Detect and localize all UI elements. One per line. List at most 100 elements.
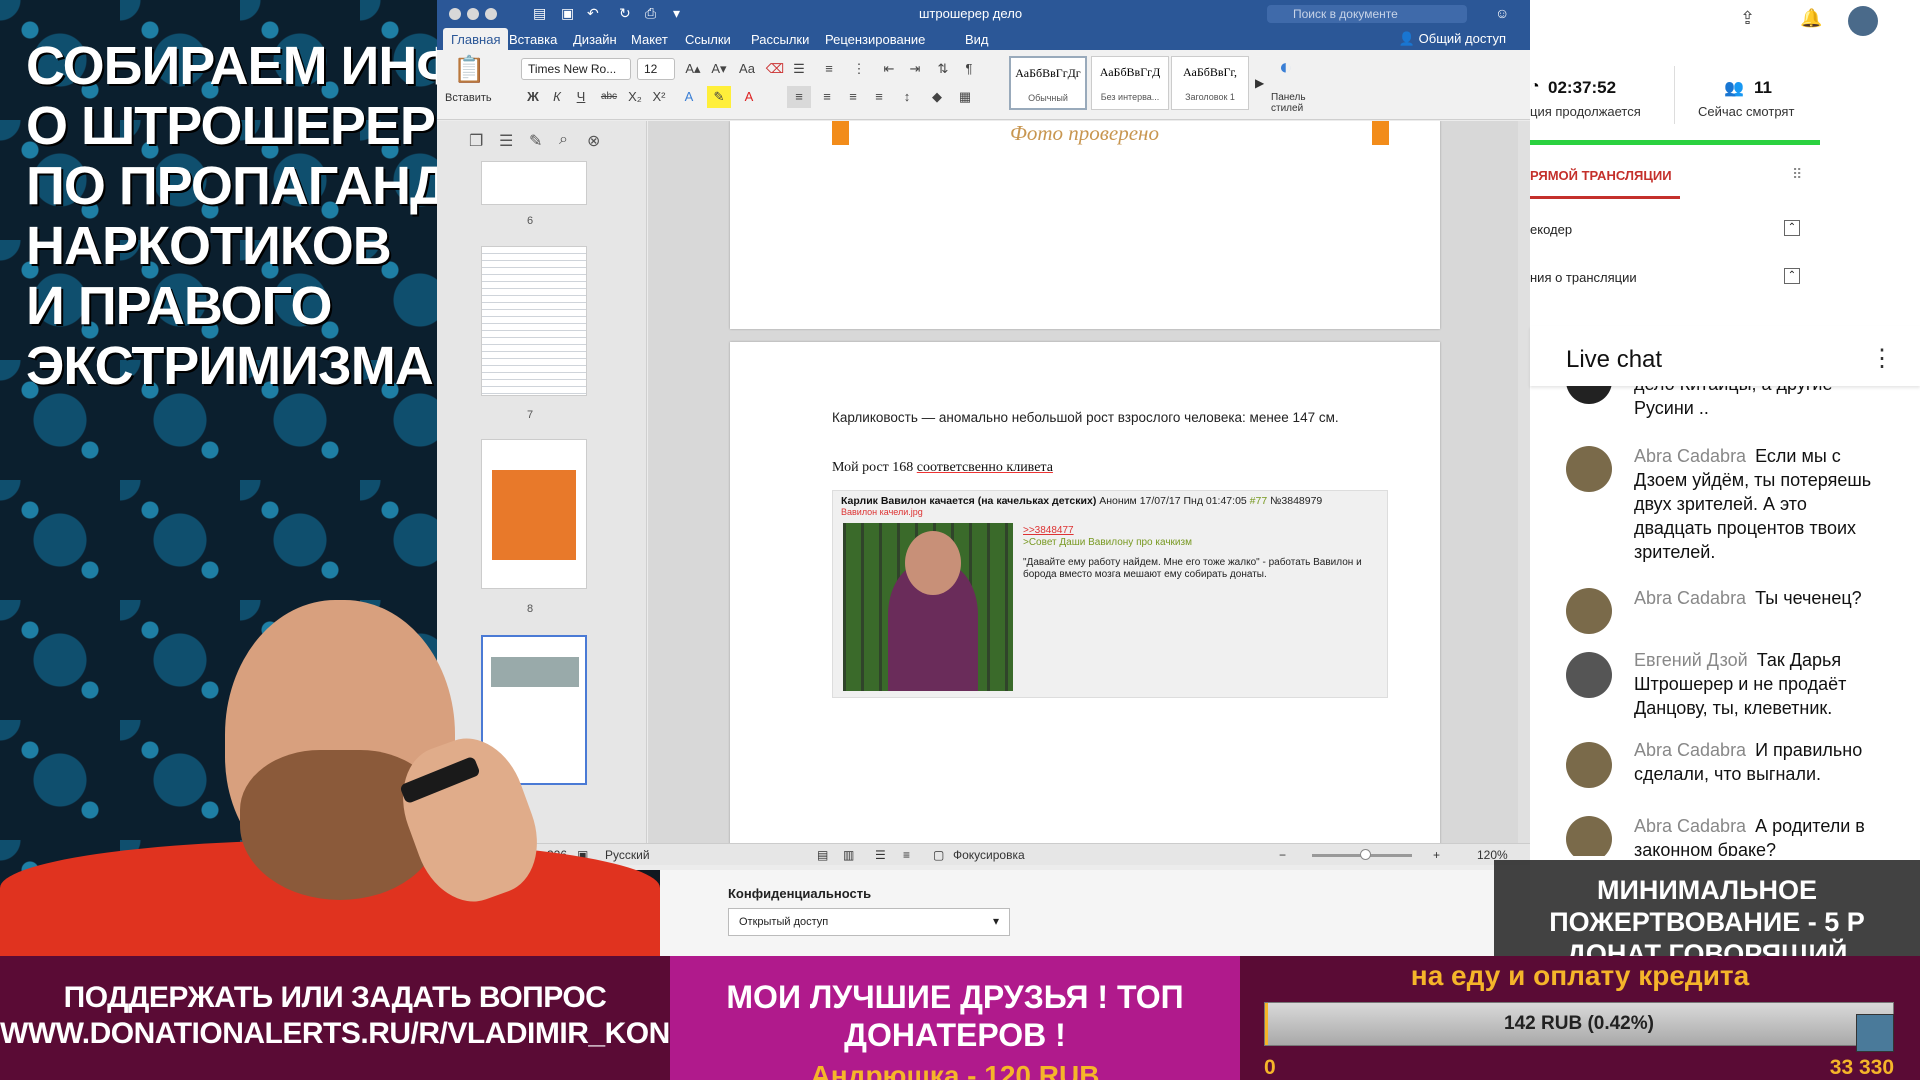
align-right-icon[interactable]: ≡ — [841, 86, 865, 108]
chat-messages[interactable]: дело Китайцы, а другие Русини .. Abra Ca… — [1530, 386, 1920, 856]
line-spacing-icon[interactable]: ↕ — [895, 86, 919, 108]
page-thumbnail[interactable] — [481, 439, 587, 589]
style-heading-1[interactable]: АаБбВвГг, Заголовок 1 — [1171, 56, 1249, 110]
message-author: Abra Cadabra — [1634, 740, 1747, 760]
minimize-window-button[interactable] — [467, 8, 479, 20]
borders-icon[interactable]: ▦ — [953, 86, 977, 108]
tab-insert[interactable]: Вставка — [501, 30, 565, 49]
style-no-spacing[interactable]: АаБбВвГгД Без интерва... — [1091, 56, 1169, 110]
more-vert-icon[interactable]: ⋮ — [1870, 344, 1894, 373]
save-icon[interactable]: ▣ — [561, 5, 574, 22]
style-normal[interactable]: АаБбВвГгДг Обычный — [1009, 56, 1087, 110]
avatar — [1566, 446, 1612, 492]
tab-live-stream[interactable]: РЯМОЙ ТРАНСЛЯЦИИ — [1530, 168, 1672, 183]
shading-icon[interactable]: ◆ — [925, 86, 949, 108]
decrease-indent-icon[interactable]: ⇤ — [877, 58, 901, 80]
print-layout-icon[interactable]: ▤ — [817, 848, 828, 862]
focus-icon[interactable]: ▢ — [933, 848, 944, 862]
zoom-out-icon[interactable]: − — [1279, 848, 1286, 862]
bell-icon[interactable]: 🔔 — [1800, 8, 1822, 29]
style-name: Без интерва... — [1100, 92, 1160, 102]
sort-icon[interactable]: ⇅ — [931, 58, 955, 80]
tab-home[interactable]: Главная — [443, 28, 509, 50]
redo-icon[interactable]: ↻ — [619, 5, 631, 22]
bold-icon[interactable]: Ж — [521, 86, 545, 108]
tab-view[interactable]: Вид — [957, 30, 997, 49]
strikethrough-icon[interactable]: abc — [597, 86, 621, 108]
accordion-stream-info[interactable]: ния о трансляции ⌃ — [1530, 268, 1800, 285]
change-case-icon[interactable]: Aa — [735, 58, 759, 80]
privacy-select[interactable]: Открытый доступ — [728, 908, 1010, 936]
zoom-slider-knob[interactable] — [1360, 849, 1371, 860]
align-center-icon[interactable]: ≡ — [815, 86, 839, 108]
draft-view-icon[interactable]: ≡ — [903, 848, 910, 862]
outline-icon[interactable]: ☰ — [499, 131, 513, 151]
outline-view-icon[interactable]: ☰ — [875, 848, 886, 862]
subscript-icon[interactable]: X₂ — [623, 86, 647, 108]
paste-label: Вставить — [445, 92, 492, 104]
search-icon[interactable]: ⌕ — [559, 131, 568, 149]
tab-layout[interactable]: Макет — [623, 30, 676, 49]
grid-icon[interactable]: ⠿ — [1792, 166, 1802, 183]
paragraph-text: Мой рост 168 — [832, 460, 917, 475]
focus-mode[interactable]: Фокусировка — [953, 848, 1025, 862]
page-thumbnail[interactable] — [481, 246, 587, 396]
tab-mailings[interactable]: Рассылки — [743, 30, 817, 49]
font-color-icon[interactable]: A — [737, 86, 761, 108]
sidebar-toggle-icon[interactable]: ▤ — [533, 5, 546, 22]
accordion-label: екодер — [1530, 222, 1573, 237]
paragraph[interactable]: Мой рост 168 соответсвенно кливета — [832, 460, 1053, 476]
stats-divider — [1674, 66, 1675, 124]
zoom-in-icon[interactable]: + — [1433, 848, 1440, 862]
justify-icon[interactable]: ≡ — [867, 86, 891, 108]
styles-next-icon[interactable]: ▶ — [1255, 76, 1264, 90]
edits-icon[interactable]: ✎ — [529, 131, 542, 151]
paste-icon[interactable]: 📋 — [453, 54, 485, 85]
page-thumbnail[interactable] — [481, 161, 587, 205]
post-quote: >Совет Даши Вавилону про качкизм — [1023, 537, 1192, 548]
search-input[interactable]: Поиск в документе — [1267, 5, 1467, 23]
document-page[interactable]: Карликовость — аномально небольшой рост … — [730, 342, 1440, 843]
vertical-scrollbar[interactable] — [1518, 121, 1530, 843]
superscript-icon[interactable]: X² — [647, 86, 671, 108]
zoom-window-button[interactable] — [485, 8, 497, 20]
overlay-title-line: НАРКОТИКОВ — [26, 216, 392, 276]
paragraph[interactable]: Карликовость — аномально небольшой рост … — [832, 410, 1339, 425]
align-left-icon[interactable]: ≡ — [787, 86, 811, 108]
text-effects-icon[interactable]: A — [677, 86, 701, 108]
chevron-up-icon[interactable]: ⌃ — [1784, 220, 1800, 236]
print-icon[interactable]: ⎙ — [645, 5, 656, 22]
shrink-font-icon[interactable]: A▾ — [707, 58, 731, 80]
chevron-up-icon[interactable]: ⌃ — [1784, 268, 1800, 284]
multilevel-list-icon[interactable]: ⋮ — [847, 58, 871, 80]
grow-font-icon[interactable]: A▴ — [681, 58, 705, 80]
underline-icon[interactable]: Ч — [569, 86, 593, 108]
thumbnails-icon[interactable]: ❐ — [469, 131, 483, 151]
share-button[interactable]: 👤 Общий доступ — [1399, 31, 1506, 47]
tab-references[interactable]: Ссылки — [677, 30, 739, 49]
bullets-icon[interactable]: ☰ — [787, 58, 811, 80]
tab-review[interactable]: Рецензирование — [817, 30, 933, 49]
styles-pane-icon[interactable]: ◐ — [1279, 54, 1292, 80]
tab-design[interactable]: Дизайн — [565, 30, 625, 49]
highlight-icon[interactable]: ✎ — [707, 86, 731, 108]
italic-icon[interactable]: К — [545, 86, 569, 108]
style-name: Обычный — [1028, 93, 1068, 103]
avatar[interactable] — [1848, 6, 1878, 36]
accordion-encoder[interactable]: екодер ⌃ — [1530, 220, 1800, 237]
embedded-post-screenshot[interactable]: Карлик Вавилон качается (на качельках де… — [832, 490, 1388, 698]
numbering-icon[interactable]: ≡ — [817, 58, 841, 80]
increase-indent-icon[interactable]: ⇥ — [903, 58, 927, 80]
top-donors-banner: МОИ ЛУЧШИЕ ДРУЗЬЯ ! ТОП ДОНАТЕРОВ ! Андр… — [670, 956, 1240, 1080]
clear-formatting-icon[interactable]: ⌫ — [763, 58, 787, 80]
close-window-button[interactable] — [449, 8, 461, 20]
font-size-select[interactable]: 12 — [637, 58, 675, 80]
smiley-feedback-icon[interactable]: ☺ — [1495, 5, 1509, 21]
web-layout-icon[interactable]: ▥ — [843, 848, 854, 862]
customize-toolbar-icon[interactable]: ▾ — [673, 5, 680, 22]
upload-icon[interactable]: ⇪ — [1740, 8, 1755, 29]
undo-icon[interactable]: ↶ — [587, 5, 599, 22]
font-name-select[interactable]: Times New Ro... — [521, 58, 631, 80]
close-icon[interactable]: ⊗ — [587, 131, 600, 151]
show-marks-icon[interactable]: ¶ — [957, 58, 981, 80]
